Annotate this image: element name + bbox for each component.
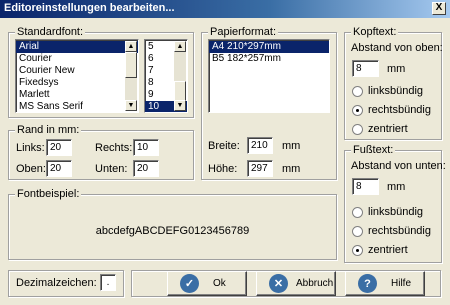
- cancel-icon: ✕: [269, 274, 288, 293]
- fuss-abstand-field[interactable]: 8: [352, 178, 379, 195]
- radio-icon: [352, 104, 363, 116]
- hoehe-label: Höhe:: [208, 163, 238, 175]
- standardfont-label: Standardfont:: [15, 26, 86, 38]
- radio-label: zentriert: [368, 123, 408, 135]
- kopf-abstand-field[interactable]: 8: [352, 60, 379, 77]
- ok-button[interactable]: ✓ Ok: [167, 271, 247, 296]
- scroll-thumb[interactable]: [125, 52, 137, 78]
- hilfe-label: Hilfe: [391, 278, 412, 289]
- list-item[interactable]: Fixedsys: [16, 77, 138, 89]
- close-icon: X: [435, 2, 443, 13]
- radio-label: zentriert: [368, 244, 408, 256]
- oben-label: Oben:: [16, 163, 46, 175]
- kopftext-label: Kopftext:: [351, 26, 399, 38]
- button-group: ✓ Ok ✕ Abbruch ? Hilfe: [131, 270, 441, 297]
- radio-label: linksbündig: [368, 206, 424, 218]
- radio-kopftext-2[interactable]: zentriert: [352, 123, 408, 135]
- radio-label: rechtsbündig: [368, 225, 431, 237]
- rechts-label: Rechts:: [95, 142, 133, 154]
- radio-icon: [352, 225, 363, 237]
- radio-label: linksbündig: [368, 85, 424, 97]
- breite-field[interactable]: 210: [247, 137, 273, 154]
- radio-kopftext-1[interactable]: rechtsbündig: [352, 104, 431, 116]
- check-icon: ✓: [180, 274, 199, 293]
- hoehe-unit: mm: [282, 163, 301, 175]
- fusstext-group: Fußtext: Abstand von unten: 8 mm linksbü…: [344, 144, 446, 263]
- links-field[interactable]: 20: [46, 139, 72, 156]
- window-title: Editoreinstellungen bearbeiten...: [4, 2, 175, 14]
- list-item[interactable]: B5 182*257mm: [209, 53, 329, 65]
- list-item[interactable]: MS Sans Serif: [16, 101, 138, 112]
- fontbeispiel-group: Fontbeispiel: abcdefgABCDEFG0123456789: [8, 188, 337, 260]
- radio-fusstext-0[interactable]: linksbündig: [352, 206, 423, 218]
- hilfe-button[interactable]: ? Hilfe: [345, 271, 425, 296]
- abbruch-button[interactable]: ✕ Abbruch: [256, 271, 336, 296]
- radio-fusstext-2[interactable]: zentriert: [352, 244, 408, 256]
- radio-fusstext-1[interactable]: rechtsbündig: [352, 225, 431, 237]
- title-bar: Editoreinstellungen bearbeiten... X: [0, 0, 450, 18]
- close-button[interactable]: X: [432, 2, 446, 15]
- rand-label: Rand in mm:: [15, 124, 82, 136]
- unten-field[interactable]: 20: [133, 160, 159, 177]
- size-scrollbar[interactable]: ▲ ▼: [174, 41, 186, 111]
- radio-kopftext-0[interactable]: linksbündig: [352, 85, 423, 97]
- kopf-abstand-label: Abstand von oben:: [351, 42, 443, 54]
- fusstext-label: Fußtext:: [351, 144, 396, 156]
- breite-unit: mm: [282, 140, 301, 152]
- list-item[interactable]: Arial: [16, 41, 138, 53]
- kopftext-group: Kopftext: Abstand von oben: 8 mm linksbü…: [344, 26, 443, 140]
- ok-label: Ok: [213, 278, 226, 289]
- hoehe-field[interactable]: 297: [247, 160, 273, 177]
- font-scrollbar[interactable]: ▲ ▼: [125, 41, 137, 111]
- scroll-up-icon[interactable]: ▲: [125, 41, 137, 52]
- fuss-abstand-label: Abstand von unten:: [351, 160, 446, 172]
- radio-icon: [352, 206, 363, 218]
- unten-label: Unten:: [95, 163, 128, 175]
- scroll-down-icon[interactable]: ▼: [125, 100, 137, 111]
- help-icon: ?: [358, 274, 377, 293]
- papierformat-group: Papierformat: A4 210*297mm B5 182*257mm B…: [201, 26, 337, 180]
- scroll-thumb[interactable]: [174, 81, 186, 101]
- fuss-unit: mm: [387, 181, 406, 193]
- radio-icon: [352, 244, 363, 256]
- radio-label: rechtsbündig: [368, 104, 431, 116]
- paper-listbox[interactable]: A4 210*297mm B5 182*257mm: [208, 39, 330, 113]
- dezimal-group: Dezimalzeichen: .: [8, 270, 124, 297]
- radio-icon: [352, 123, 363, 135]
- standardfont-group: Standardfont: Arial Courier Courier New Fix…: [8, 26, 194, 118]
- radio-icon: [352, 85, 363, 97]
- font-listbox[interactable]: Arial Courier Courier New Fixedsys Marlett MS…: [15, 39, 139, 113]
- list-item[interactable]: Marlett: [16, 89, 138, 101]
- kopf-unit: mm: [387, 63, 406, 75]
- breite-label: Breite:: [208, 140, 240, 152]
- oben-field[interactable]: 20: [46, 160, 72, 177]
- size-listbox[interactable]: 5 6 7 8 9 10 ▲ ▼: [144, 39, 188, 113]
- fontbeispiel-label: Fontbeispiel:: [15, 188, 82, 200]
- scroll-down-icon[interactable]: ▼: [174, 100, 186, 111]
- dezimal-field[interactable]: .: [100, 274, 116, 291]
- scroll-up-icon[interactable]: ▲: [174, 41, 186, 52]
- abbruch-label: Abbruch: [296, 278, 334, 289]
- rand-group: Rand in mm: Links: 20 Rechts: 10 Oben: 2…: [8, 124, 194, 180]
- list-item[interactable]: Courier New: [16, 65, 138, 77]
- dezimal-label: Dezimalzeichen:: [16, 277, 97, 289]
- list-item[interactable]: Courier: [16, 53, 138, 65]
- links-label: Links:: [16, 142, 45, 154]
- list-item[interactable]: A4 210*297mm: [209, 41, 329, 53]
- font-sample: abcdefgABCDEFG0123456789: [95, 225, 250, 237]
- papierformat-label: Papierformat:: [208, 26, 279, 38]
- rechts-field[interactable]: 10: [133, 139, 159, 156]
